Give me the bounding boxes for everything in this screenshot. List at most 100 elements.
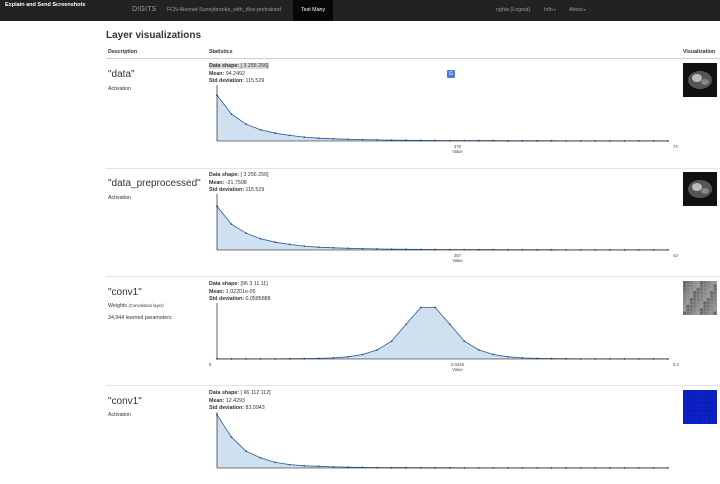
histogram-point[interactable] — [303, 464, 306, 467]
histogram-point[interactable] — [347, 355, 349, 358]
histogram-point[interactable] — [332, 466, 335, 468]
about-menu-label: About — [569, 7, 583, 13]
histogram-point[interactable] — [347, 247, 349, 250]
histogram-point[interactable] — [332, 357, 335, 359]
user-logout-link[interactable]: nghia (Logout) — [496, 7, 530, 13]
histogram-point[interactable] — [507, 355, 509, 358]
layer-visualization-image[interactable] — [683, 63, 717, 97]
mean: Mean: -21.7508 — [209, 180, 247, 186]
histogram-point[interactable] — [245, 232, 247, 235]
mean-label: Mean: — [209, 398, 225, 404]
layer-name: "data" — [108, 69, 135, 80]
job-name-link[interactable]: FCN-Alexnet-Sunnybrooke_with_dice-pretra… — [167, 7, 281, 13]
row-divider — [106, 385, 720, 386]
histogram-point[interactable] — [376, 139, 378, 141]
histogram-point[interactable] — [492, 353, 495, 356]
histogram-area — [217, 95, 668, 141]
column-header-visualization: Visualization — [683, 49, 716, 55]
layer-visualization-image[interactable] — [683, 390, 717, 424]
layer-type-note: (Convolution layer) — [128, 303, 164, 308]
std-value: 83.0943 — [245, 405, 265, 411]
std-value: 115.529 — [245, 78, 265, 84]
histogram-point[interactable] — [521, 357, 524, 359]
histogram-point[interactable] — [245, 450, 247, 453]
histogram-point[interactable] — [303, 245, 306, 247]
histogram-point[interactable] — [317, 246, 320, 249]
histogram-point[interactable] — [332, 137, 335, 140]
histogram-point[interactable] — [288, 463, 291, 466]
mean-value: 12.4293 — [225, 398, 245, 404]
histogram-chart: 375 74Value — [216, 85, 678, 154]
x-tick-label: 74 — [673, 144, 678, 149]
histogram-point[interactable] — [317, 465, 320, 468]
histogram-point[interactable] — [419, 306, 422, 309]
histogram-point[interactable] — [332, 246, 335, 249]
histogram-point[interactable] — [478, 349, 480, 351]
histogram-point[interactable] — [259, 237, 262, 240]
mean-label: Mean: — [209, 289, 225, 295]
std-deviation: Std deviation: 115.529 — [209, 78, 264, 84]
histogram-point[interactable] — [274, 461, 277, 464]
info-menu[interactable]: Info ▾ — [544, 7, 556, 13]
layer-visualization-image[interactable] — [683, 172, 717, 206]
histogram-point[interactable] — [230, 436, 233, 439]
histogram-point[interactable] — [376, 248, 378, 250]
histogram-point[interactable] — [274, 132, 277, 135]
data-shape: Data shape: [ 3 256 256] — [209, 172, 269, 178]
histogram-point[interactable] — [361, 353, 364, 356]
std-label: Std deviation: — [209, 296, 245, 302]
histogram-point[interactable] — [434, 306, 437, 309]
histogram-point[interactable] — [361, 138, 364, 141]
histogram-point[interactable] — [288, 134, 291, 137]
histogram-point[interactable] — [230, 113, 233, 115]
std-label: Std deviation: — [209, 187, 245, 193]
histogram-point[interactable] — [463, 340, 466, 342]
mean: Mean: 94.2492 — [209, 71, 245, 77]
mean-label: Mean: — [209, 180, 225, 186]
mean-value: -21.7508 — [225, 180, 247, 186]
histogram-point[interactable] — [317, 137, 320, 140]
mean-value: 94.2492 — [225, 71, 245, 77]
histogram-point[interactable] — [288, 243, 291, 246]
layer-name: "conv1" — [108, 396, 142, 407]
translate-icon[interactable]: G — [447, 70, 455, 78]
x-axis-label: Value — [452, 258, 463, 263]
brand-link[interactable]: Explain and Send Screenshots — [5, 2, 85, 8]
data-shape: Data shape: [ 96 112 112] — [209, 390, 271, 396]
learned-parameters: 34,944 learned parameters — [108, 315, 172, 321]
histogram-point[interactable] — [259, 457, 262, 459]
data-shape-value: [ 96 112 112] — [240, 390, 271, 396]
layer-type: Activation — [108, 86, 131, 92]
histogram-point[interactable] — [303, 136, 306, 138]
histogram-point[interactable] — [347, 138, 349, 141]
tab-test-many-label: Test Many — [301, 7, 326, 13]
layer-type: Activation — [108, 412, 131, 418]
layer-visualization-image[interactable] — [683, 281, 717, 315]
layer-name: "data_preprocessed" — [108, 178, 201, 189]
histogram-point[interactable] — [390, 340, 393, 342]
histogram-point[interactable] — [274, 241, 277, 244]
histogram-point[interactable] — [405, 323, 407, 326]
about-menu[interactable]: About ▾ — [569, 7, 586, 13]
std-deviation: Std deviation: 115.529 — [209, 187, 264, 193]
tab-test-many[interactable]: Test Many — [293, 0, 333, 21]
column-header-description: Description — [108, 49, 138, 55]
histogram-point[interactable] — [361, 247, 364, 250]
x-axis-label: Value — [452, 367, 463, 372]
histogram-chart: 257 43Value — [216, 194, 678, 263]
std-value: 0.0585888 — [245, 296, 271, 302]
histogram-point[interactable] — [448, 323, 451, 326]
histogram-point[interactable] — [259, 128, 262, 131]
x-tick-label: 8 — [209, 362, 212, 367]
histogram-point[interactable] — [230, 223, 233, 226]
x-axis-label: Value — [452, 149, 463, 154]
histogram-point[interactable] — [245, 123, 247, 126]
digits-home-link[interactable]: DIGITS — [132, 6, 157, 13]
x-tick-label: 43 — [673, 253, 678, 258]
mean-value: 1.02201e-05 — [225, 289, 256, 295]
histogram-area — [217, 307, 668, 359]
std-deviation: Std deviation: 0.0585888 — [209, 296, 271, 302]
histogram-point[interactable] — [376, 349, 378, 351]
layer-type-label: Weights — [108, 303, 128, 309]
histogram-line — [216, 94, 668, 142]
